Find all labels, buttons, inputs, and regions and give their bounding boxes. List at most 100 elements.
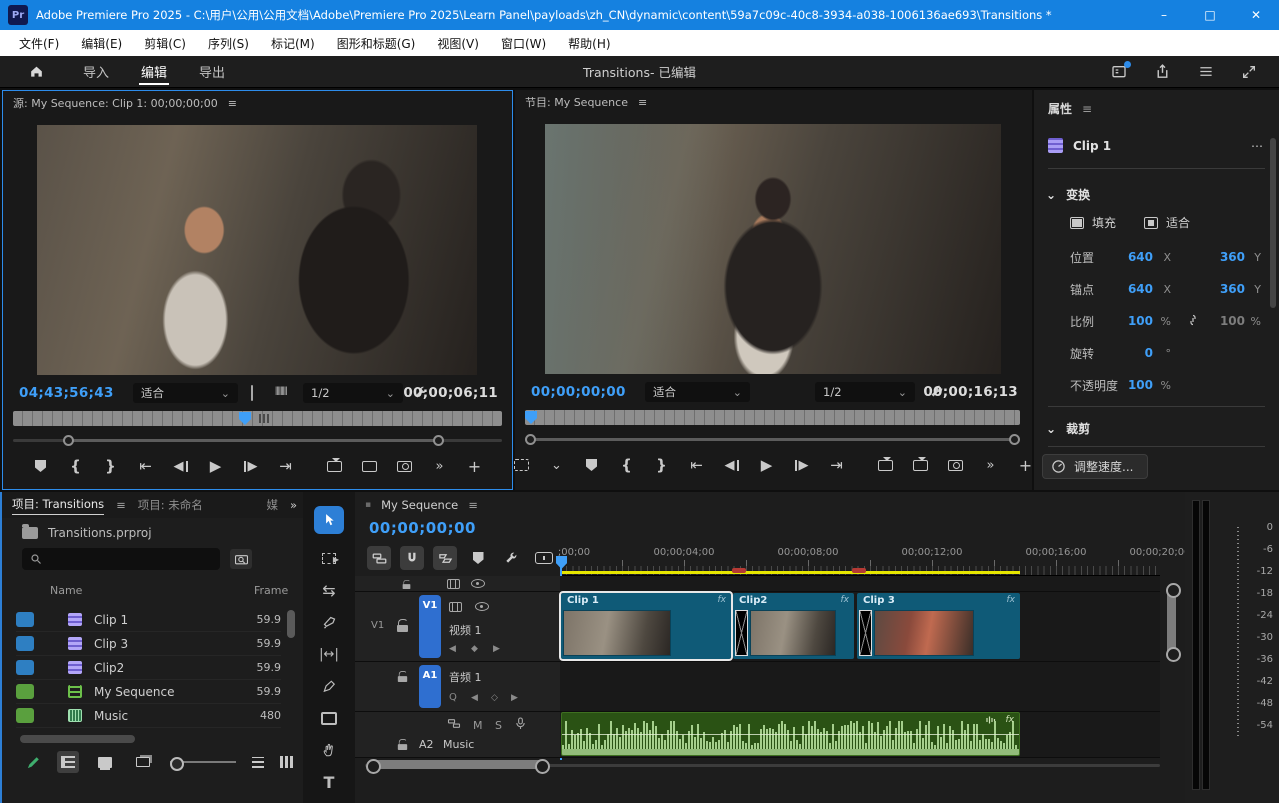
menu-clip[interactable]: 剪辑(C) [133, 30, 197, 56]
next-keyframe-icon[interactable]: ▶ [493, 644, 500, 654]
track-label-a2[interactable]: A2 [419, 738, 434, 751]
tab-media-browser-clipped[interactable]: 媒 [266, 497, 278, 513]
tab-project-transitions[interactable]: 项目: Transitions [12, 496, 105, 515]
search-input[interactable] [48, 552, 198, 566]
zoom-handle-right[interactable] [433, 435, 444, 446]
program-video-frame[interactable] [545, 124, 1001, 374]
timeline-tab[interactable]: ▪ My Sequence ≡ [365, 492, 478, 518]
project-search-box[interactable] [22, 548, 220, 570]
selection-tool[interactable] [314, 506, 344, 534]
ripple-edit-tool[interactable]: ⇆ [314, 576, 344, 604]
previous-keyframe-icon[interactable]: ◀ [449, 644, 456, 654]
project-root-item[interactable]: Transitions.prproj [22, 524, 152, 540]
button-editor-icon[interactable]: + [467, 457, 483, 476]
track-target-a1[interactable]: A1 [419, 665, 441, 708]
column-frame-rate[interactable]: Frame [254, 584, 288, 597]
drag-audio-only-icon[interactable]: ⦀⦀⦀ [275, 385, 287, 399]
source-patch-icon[interactable] [449, 602, 462, 612]
tab-project-unnamed[interactable]: 项目: 未命名 [138, 497, 203, 513]
project-item-clip1[interactable]: Clip 1 59.9 [16, 608, 281, 632]
track-lane-v2[interactable] [560, 576, 1160, 592]
column-name[interactable]: Name [50, 584, 82, 597]
position-x-value[interactable]: 640 [1107, 250, 1153, 264]
workspace-menu-icon[interactable] [1197, 64, 1215, 79]
timeline-ruler[interactable]: ;00;00 00;00;04;00 00;00;08;00 00;00;12;… [556, 544, 1191, 576]
solo-button[interactable]: S [495, 719, 502, 732]
scale-y-value[interactable]: 100 [1205, 314, 1245, 328]
voiceover-mic-icon[interactable] [515, 717, 526, 730]
label-color-chip[interactable] [16, 708, 34, 723]
nest-as-sequence-button[interactable] [367, 546, 391, 570]
program-current-timecode[interactable]: 00;00;00;00 [531, 384, 626, 400]
home-icon[interactable] [28, 64, 45, 80]
play-icon[interactable]: ▶ [759, 456, 775, 474]
rectangle-tool[interactable] [314, 704, 344, 732]
properties-scrollbar[interactable] [1270, 138, 1276, 308]
project-item-clip3[interactable]: Clip 3 59.9 [16, 632, 281, 656]
captions-button[interactable] [532, 546, 556, 570]
label-color-chip[interactable] [16, 636, 34, 651]
lift-icon[interactable] [878, 456, 894, 474]
menu-graphics[interactable]: 图形和标题(G) [326, 30, 427, 56]
writable-pencil-icon[interactable] [26, 755, 41, 770]
timeline-clip-2[interactable]: Clip2 fx [733, 593, 854, 659]
track-name-music[interactable]: Music [443, 738, 474, 751]
thumbnail-zoom-slider[interactable] [169, 757, 237, 771]
zoom-handle-left[interactable] [63, 435, 74, 446]
step-forward-icon[interactable]: ▶ [794, 456, 810, 474]
scale-x-value[interactable]: 100 [1107, 314, 1153, 328]
source-current-timecode[interactable]: 04;43;56;43 [19, 385, 114, 401]
snap-magnet-button[interactable] [400, 546, 424, 570]
mute-button[interactable]: M [473, 719, 483, 732]
track-header-a2[interactable]: M S A2 Music [355, 712, 560, 758]
project-item-my-sequence[interactable]: My Sequence 59.9 [16, 680, 281, 704]
mark-out-icon[interactable]: } [654, 456, 670, 474]
step-forward-icon[interactable]: ▶ [243, 457, 259, 475]
more-buttons-icon[interactable]: » [983, 456, 999, 474]
tab-export[interactable]: 导出 [183, 56, 241, 88]
quick-export-icon[interactable] [1154, 63, 1171, 80]
adjust-speed-button[interactable]: 调整速度... [1042, 454, 1149, 479]
project-vertical-scrollbar[interactable] [287, 610, 295, 638]
panel-menu-icon[interactable]: ≡ [228, 97, 237, 110]
scrubber-grip[interactable] [259, 414, 269, 423]
icon-view-button[interactable] [95, 751, 117, 773]
sort-icon[interactable] [252, 756, 264, 768]
go-to-out-icon[interactable]: ⇥ [278, 457, 294, 475]
track-lane-a1[interactable] [560, 662, 1160, 712]
source-zoom-scrollbar[interactable] [13, 435, 502, 446]
comparison-view-icon[interactable] [514, 456, 530, 474]
rotation-value[interactable]: 0 [1107, 346, 1153, 360]
add-marker-icon[interactable] [584, 456, 600, 474]
zoom-handle-right[interactable] [1009, 434, 1020, 445]
razor-tool[interactable] [314, 608, 344, 636]
zoom-handle-left[interactable] [525, 434, 536, 445]
tab-edit[interactable]: 编辑 [125, 56, 183, 88]
menu-view[interactable]: 视图(V) [426, 30, 490, 56]
search-bin-button[interactable] [230, 549, 252, 569]
timeline-vertical-scrollbar[interactable] [1166, 583, 1181, 662]
pen-tool[interactable] [314, 672, 344, 700]
menu-window[interactable]: 窗口(W) [490, 30, 557, 56]
panel-menu-icon[interactable]: ≡ [638, 96, 647, 109]
chevron-down-icon[interactable]: ⌄ [549, 456, 565, 474]
fill-button[interactable]: 填充 [1070, 214, 1116, 231]
close-button[interactable]: ✕ [1233, 0, 1279, 30]
source-patch-icon[interactable] [447, 579, 460, 589]
toggle-track-output-icon[interactable] [475, 602, 489, 611]
track-header-v2-partial[interactable] [355, 576, 560, 592]
minimize-button[interactable]: – [1141, 0, 1187, 30]
track-header-a1[interactable]: A1 音频 1 Q ◀ ◇ ▶ [355, 662, 560, 712]
export-frame-icon[interactable] [397, 457, 413, 475]
lock-icon[interactable] [402, 579, 411, 590]
source-resolution-select[interactable]: 1/2 ⌄ [303, 383, 403, 403]
insert-icon[interactable] [327, 457, 343, 475]
program-playhead[interactable] [525, 411, 537, 424]
anchor-x-value[interactable]: 640 [1107, 282, 1153, 296]
go-to-out-icon[interactable]: ⇥ [829, 456, 845, 474]
export-frame-icon[interactable] [948, 456, 964, 474]
toggle-track-output-icon[interactable] [471, 579, 485, 588]
fit-button[interactable]: 适合 [1144, 214, 1190, 231]
hand-tool[interactable] [314, 736, 344, 764]
project-item-clip2[interactable]: Clip2 59.9 [16, 656, 281, 680]
